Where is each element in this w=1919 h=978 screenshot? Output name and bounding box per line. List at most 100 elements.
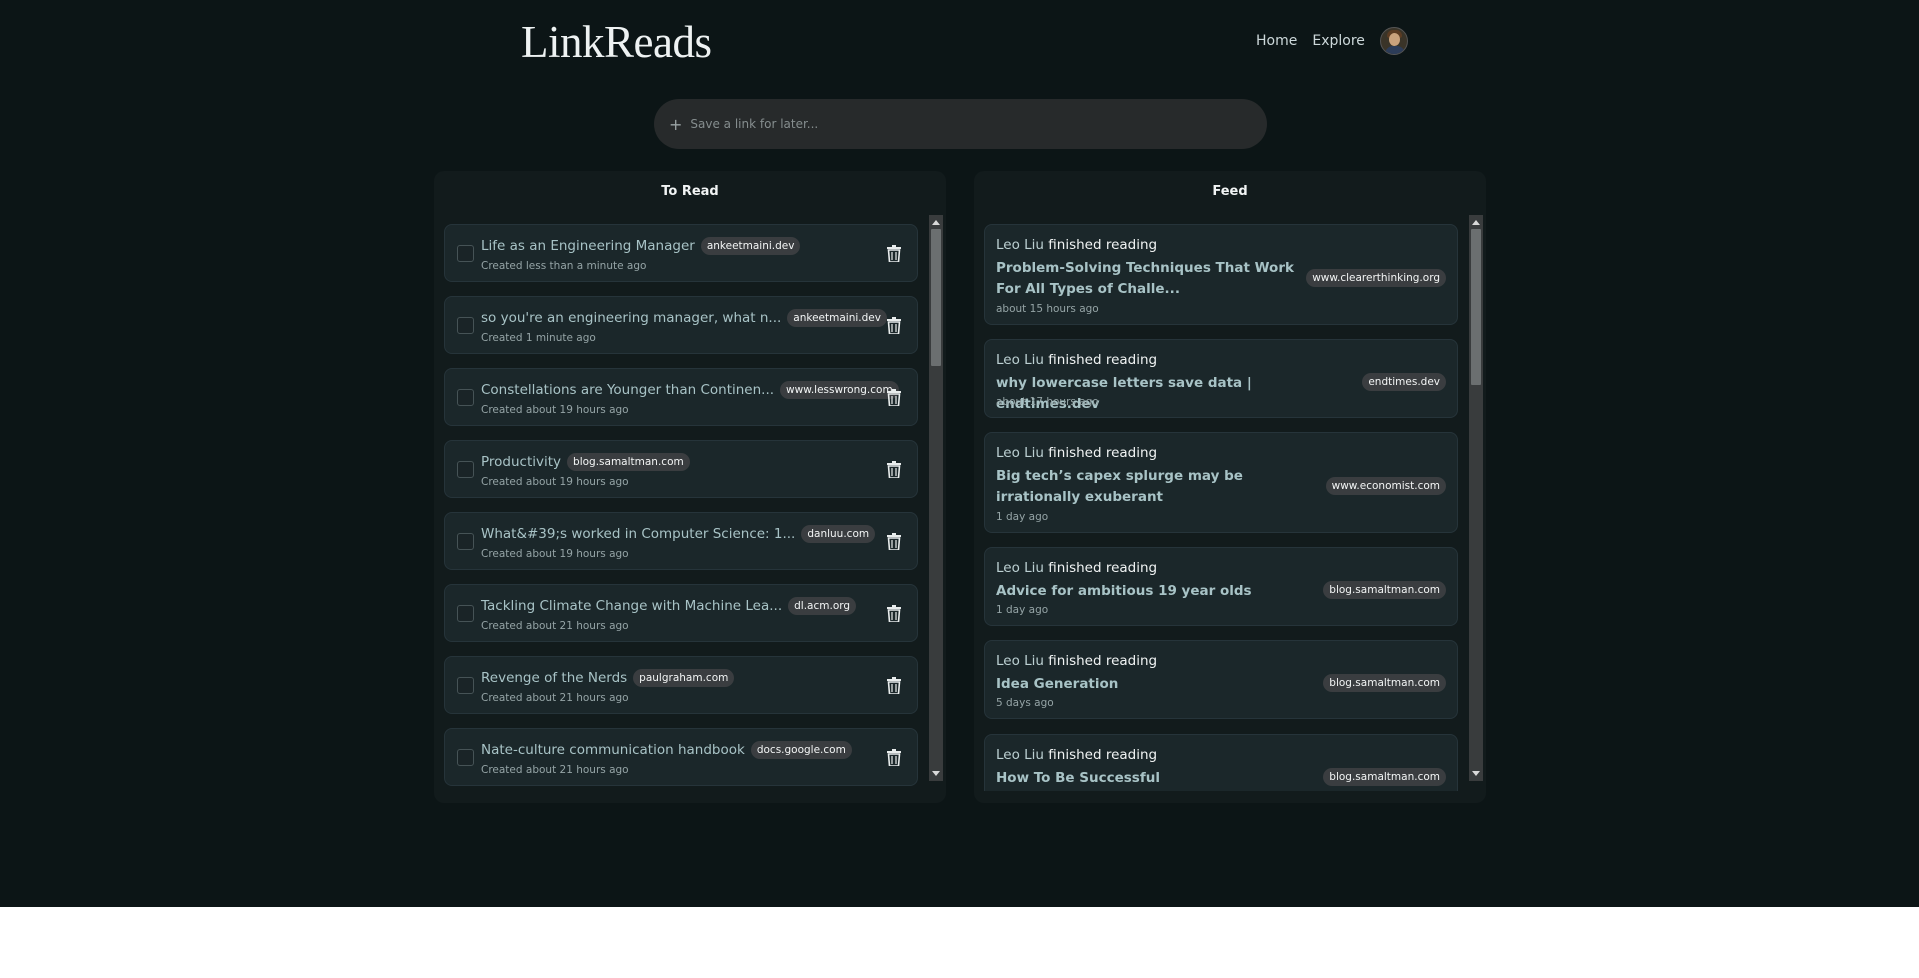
list-item: so you're an engineering manager, what n… — [444, 296, 918, 354]
read-checkbox[interactable] — [457, 605, 474, 622]
created-time: Created about 19 hours ago — [481, 476, 629, 488]
read-checkbox[interactable] — [457, 389, 474, 406]
created-time: Created about 21 hours ago — [481, 764, 629, 776]
trash-icon[interactable] — [887, 749, 901, 766]
read-checkbox[interactable] — [457, 749, 474, 766]
feed-item-header: Leo Liu finished reading — [996, 560, 1157, 576]
feed-item-title-link[interactable]: Advice for ambitious 19 year olds — [996, 581, 1316, 602]
feed-item-title-link[interactable]: Big tech’s capex splurge may be irration… — [996, 466, 1296, 508]
avatar-face — [1388, 33, 1400, 46]
feed-item: Leo Liu finished reading Advice for ambi… — [984, 547, 1458, 626]
item-title-row: Constellations are Younger than Continen… — [481, 381, 899, 399]
avatar-body — [1384, 46, 1405, 54]
top-nav: Home Explore — [1256, 27, 1408, 55]
feed-time: 5 days ago — [996, 697, 1054, 709]
feed-item-title-link[interactable]: Problem-Solving Techniques That Work For… — [996, 258, 1316, 300]
read-checkbox[interactable] — [457, 317, 474, 334]
read-checkbox[interactable] — [457, 533, 474, 550]
list-item: Life as an Engineering Manager ankeetmai… — [444, 224, 918, 282]
read-checkbox[interactable] — [457, 677, 474, 694]
item-title-link[interactable]: Revenge of the Nerds — [481, 670, 627, 686]
to-read-title: To Read — [661, 184, 719, 199]
feed-time: 1 day ago — [996, 511, 1049, 523]
feed-item: Leo Liu finished reading Problem-Solving… — [984, 224, 1458, 325]
domain-badge: www.lesswrong.com — [780, 381, 899, 399]
item-title-row: Life as an Engineering Manager ankeetmai… — [481, 237, 801, 255]
feed-time: about 17 hours ago — [996, 396, 1099, 408]
list-item: Constellations are Younger than Continen… — [444, 368, 918, 426]
scroll-up-arrow-icon[interactable] — [1472, 220, 1480, 225]
created-time: Created about 19 hours ago — [481, 548, 629, 560]
scroll-down-arrow-icon[interactable] — [932, 771, 940, 776]
feed-action: finished reading — [1048, 653, 1158, 669]
feed-time: 1 day ago — [996, 604, 1049, 616]
trash-icon[interactable] — [887, 605, 901, 622]
logo[interactable]: LinkReads — [521, 16, 712, 68]
item-title-link[interactable]: Productivity — [481, 454, 561, 470]
feed-item: Leo Liu finished reading How To Be Succe… — [984, 734, 1458, 791]
trash-icon[interactable] — [887, 245, 901, 262]
nav-home[interactable]: Home — [1256, 33, 1297, 49]
item-title-link[interactable]: Tackling Climate Change with Machine Lea… — [481, 598, 782, 614]
item-title-link[interactable]: Life as an Engineering Manager — [481, 238, 695, 254]
domain-badge: blog.samaltman.com — [1323, 581, 1446, 599]
item-title-row: Nate-culture communication handbook docs… — [481, 741, 852, 759]
feed-item: Leo Liu finished reading Idea Generation… — [984, 640, 1458, 719]
scroll-down-arrow-icon[interactable] — [1472, 771, 1480, 776]
feed-item-title-link[interactable]: why lowercase letters save data | endtim… — [996, 373, 1336, 415]
trash-icon[interactable] — [887, 389, 901, 406]
domain-badge: docs.google.com — [750, 741, 852, 759]
read-checkbox[interactable] — [457, 461, 474, 478]
read-checkbox[interactable] — [457, 245, 474, 262]
feed-item: Leo Liu finished reading Big tech’s cape… — [984, 432, 1458, 533]
item-title-row: so you're an engineering manager, what n… — [481, 309, 887, 327]
scrollbar-thumb[interactable] — [931, 229, 941, 366]
save-link-bar[interactable]: + — [654, 99, 1267, 149]
domain-badge: ankeetmaini.dev — [700, 237, 801, 255]
scrollbar-thumb[interactable] — [1471, 229, 1481, 385]
feed-user[interactable]: Leo Liu — [996, 747, 1044, 763]
created-time: Created less than a minute ago — [481, 260, 647, 272]
feed-scrollbar[interactable] — [1469, 215, 1483, 781]
created-time: Created about 21 hours ago — [481, 620, 629, 632]
item-title-link[interactable]: so you're an engineering manager, what n… — [481, 310, 781, 326]
feed-item-title-link[interactable]: How To Be Successful — [996, 768, 1316, 789]
item-title-row: What&#39;s worked in Computer Science: 1… — [481, 525, 876, 543]
feed-user[interactable]: Leo Liu — [996, 653, 1044, 669]
feed-action: finished reading — [1048, 237, 1158, 253]
domain-badge: dl.acm.org — [788, 597, 857, 615]
domain-badge: endtimes.dev — [1362, 373, 1446, 391]
trash-icon[interactable] — [887, 533, 901, 550]
feed-action: finished reading — [1048, 445, 1158, 461]
feed-user[interactable]: Leo Liu — [996, 237, 1044, 253]
feed-time: about 15 hours ago — [996, 303, 1099, 315]
trash-icon[interactable] — [887, 461, 901, 478]
avatar[interactable] — [1379, 27, 1408, 55]
feed-list[interactable]: Leo Liu finished reading Problem-Solving… — [984, 224, 1477, 791]
scroll-up-arrow-icon[interactable] — [932, 220, 940, 225]
feed-action: finished reading — [1048, 352, 1158, 368]
item-title-link[interactable]: Nate-culture communication handbook — [481, 742, 745, 758]
to-read-scrollbar[interactable] — [929, 215, 943, 781]
item-title-row: Productivity blog.samaltman.com — [481, 453, 690, 471]
feed-item-header: Leo Liu finished reading — [996, 237, 1157, 253]
feed-user[interactable]: Leo Liu — [996, 445, 1044, 461]
feed-item-title-link[interactable]: Idea Generation — [996, 674, 1316, 695]
feed-action: finished reading — [1048, 747, 1158, 763]
to-read-panel: To Read Life as an Engineering Manager a… — [434, 171, 946, 803]
trash-icon[interactable] — [887, 317, 901, 334]
feed-user[interactable]: Leo Liu — [996, 352, 1044, 368]
item-title-link[interactable]: Constellations are Younger than Continen… — [481, 382, 774, 398]
list-item: Nate-culture communication handbook docs… — [444, 728, 918, 786]
domain-badge: blog.samaltman.com — [567, 453, 690, 471]
domain-badge: www.clearerthinking.org — [1306, 269, 1446, 287]
nav-explore[interactable]: Explore — [1312, 33, 1365, 49]
domain-badge: www.economist.com — [1325, 477, 1446, 495]
domain-badge: paulgraham.com — [633, 669, 735, 687]
item-title-link[interactable]: What&#39;s worked in Computer Science: 1… — [481, 526, 795, 542]
feed-user[interactable]: Leo Liu — [996, 560, 1044, 576]
save-link-input[interactable] — [690, 117, 1231, 131]
trash-icon[interactable] — [887, 677, 901, 694]
to-read-list[interactable]: Life as an Engineering Manager ankeetmai… — [444, 224, 937, 791]
feed-item-header: Leo Liu finished reading — [996, 445, 1157, 461]
